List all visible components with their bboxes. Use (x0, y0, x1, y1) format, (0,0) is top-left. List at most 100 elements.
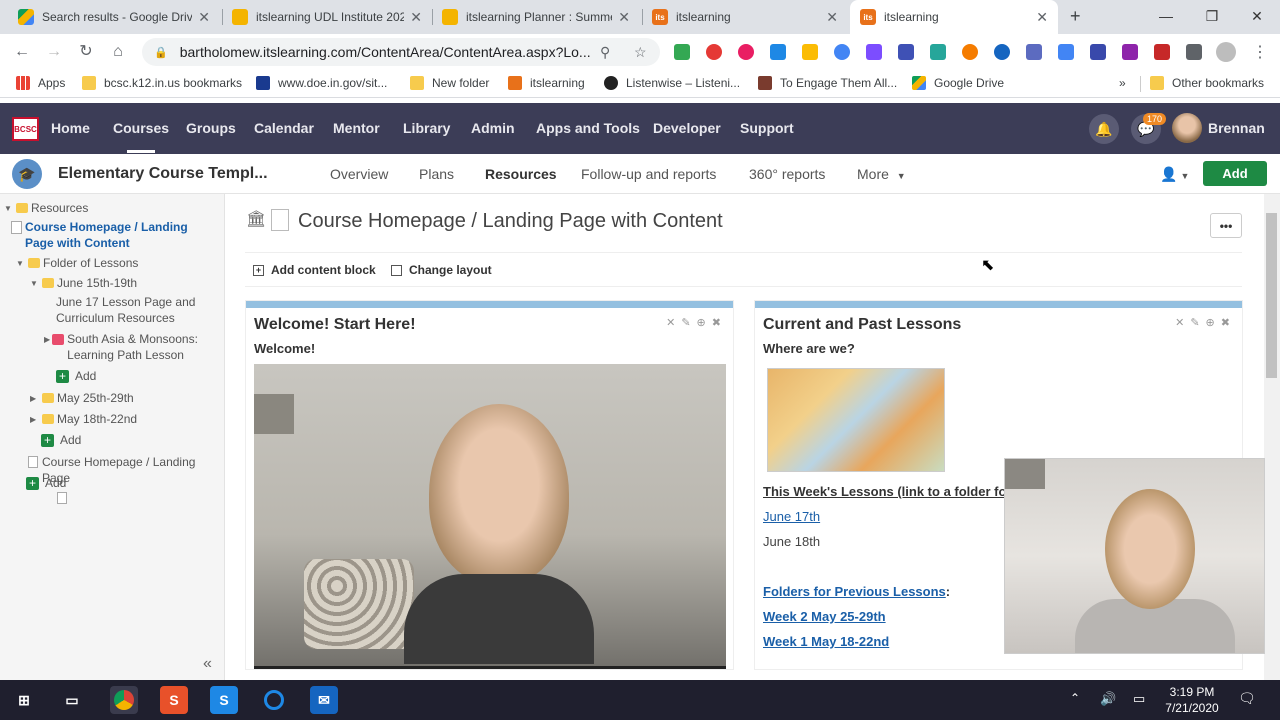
star-icon[interactable]: ☆ (634, 44, 647, 61)
extension-icon[interactable] (674, 44, 690, 60)
network-icon[interactable]: ▭ (1133, 691, 1145, 707)
chevron-right-icon[interactable]: ▶ (30, 411, 40, 428)
block-controls[interactable]: ✕✎⊕✖ (1175, 316, 1236, 329)
tree-add[interactable]: + Add (26, 475, 66, 491)
extension-icon[interactable] (1026, 44, 1042, 60)
webcam-overlay[interactable] (1004, 458, 1265, 654)
window-close-icon[interactable]: ✕ (1234, 0, 1280, 32)
home-icon[interactable]: ⌂ (108, 42, 128, 62)
notifications-icon[interactable]: 🗨 (1238, 690, 1256, 707)
add-button[interactable]: Add (1203, 161, 1267, 186)
new-tab-icon[interactable]: + (1070, 6, 1081, 27)
browser-tab[interactable]: itslearning Planner : Summer ✕ (432, 0, 640, 34)
nav-groups[interactable]: Groups (186, 120, 236, 136)
extension-icon[interactable] (1122, 44, 1138, 60)
nav-apps-and-tools[interactable]: Apps and Tools (536, 120, 640, 136)
bell-icon[interactable]: 🔔 (1089, 114, 1119, 144)
tree-add[interactable]: + Add (41, 432, 81, 448)
june-17th-link[interactable]: June 17th (763, 509, 820, 524)
tab-360-reports[interactable]: 360° reports (749, 166, 825, 182)
bookmark-item[interactable]: New folder (410, 76, 489, 90)
chevron-down-icon[interactable]: ▼ (4, 200, 14, 217)
tab-overview[interactable]: Overview (330, 166, 388, 182)
bookmarks-overflow[interactable]: » (1119, 76, 1126, 90)
nav-mentor[interactable]: Mentor (333, 120, 380, 136)
reload-icon[interactable]: ↻ (76, 42, 96, 62)
collapse-sidebar-icon[interactable]: « (203, 655, 212, 673)
extension-icon[interactable] (706, 44, 722, 60)
close-icon[interactable]: ✕ (1036, 9, 1048, 26)
task-view-icon[interactable]: ▭ (58, 686, 86, 714)
restore-icon[interactable]: ❐ (1189, 0, 1235, 32)
bookmark-item[interactable]: itslearning (508, 76, 585, 90)
extension-icon[interactable] (866, 44, 882, 60)
extension-icon[interactable] (802, 44, 818, 60)
extension-icon[interactable] (962, 44, 978, 60)
extension-icon[interactable] (770, 44, 786, 60)
mail-icon[interactable]: ✉ (310, 686, 338, 714)
chevron-up-icon[interactable]: ⌃ (1070, 691, 1080, 705)
chevron-down-icon[interactable]: ▼ (16, 255, 26, 272)
tab-follow-up[interactable]: Follow-up and reports (581, 166, 716, 182)
profile-icon[interactable] (1216, 42, 1236, 62)
puzzle-icon[interactable] (1186, 44, 1202, 60)
other-bookmarks[interactable]: Other bookmarks (1150, 76, 1264, 90)
close-icon[interactable]: ✕ (198, 9, 210, 26)
tree-folder-week[interactable]: ▶ May 18th-22nd (30, 411, 137, 428)
bookmark-item[interactable]: Listenwise – Listeni... (604, 76, 740, 90)
browser-tab[interactable]: itslearning UDL Institute 2020 ✕ (222, 0, 432, 34)
tab-plans[interactable]: Plans (419, 166, 454, 182)
extension-icon[interactable] (1090, 44, 1106, 60)
chevron-right-icon[interactable]: ▶ (44, 331, 50, 348)
week-2-link[interactable]: Week 2 May 25-29th (763, 609, 886, 624)
extension-icon[interactable] (898, 44, 914, 60)
extension-icon[interactable] (834, 44, 850, 60)
search-icon[interactable]: ⚲ (600, 44, 610, 61)
chrome-icon[interactable] (110, 686, 138, 714)
extension-icon[interactable] (930, 44, 946, 60)
nav-home[interactable]: Home (51, 120, 90, 136)
tab-resources[interactable]: Resources (485, 166, 557, 198)
week-1-link[interactable]: Week 1 May 18-22nd (763, 634, 889, 649)
folders-previous-lessons[interactable]: Folders for Previous Lessons: (763, 584, 950, 599)
volume-icon[interactable]: 🔊 (1100, 691, 1116, 707)
extension-icon[interactable] (1058, 44, 1074, 60)
nav-support[interactable]: Support (740, 120, 794, 136)
windows-start-icon[interactable]: ⊞ (10, 686, 38, 714)
chevron-down-icon[interactable]: ▼ (30, 275, 40, 292)
scrollbar-thumb[interactable] (1266, 213, 1277, 378)
course-title[interactable]: Elementary Course Templ... (58, 165, 268, 183)
nav-admin[interactable]: Admin (471, 120, 515, 136)
avatar[interactable] (1172, 113, 1202, 143)
tab-more[interactable]: More ▼ (857, 166, 906, 182)
this-weeks-lessons-heading[interactable]: This Week's Lessons (link to a folder fo (763, 484, 1006, 499)
kebab-menu-icon[interactable]: ⋮ (1252, 42, 1268, 62)
tree-folder-week[interactable]: ▶ May 25th-29th (30, 390, 134, 407)
add-content-block-button[interactable]: + Add content block (253, 263, 376, 277)
chevron-right-icon[interactable]: ▶ (30, 390, 40, 407)
tree-root-resources[interactable]: ▼ Resources (4, 200, 88, 217)
user-name[interactable]: Brennan (1208, 120, 1265, 136)
bookmark-item[interactable]: To Engage Them All... (758, 76, 897, 90)
nav-calendar[interactable]: Calendar (254, 120, 314, 136)
nav-library[interactable]: Library (403, 120, 450, 136)
snagit-icon[interactable]: S (210, 686, 238, 714)
bookmark-apps[interactable]: Apps (16, 76, 65, 90)
bookmark-item[interactable]: Google Drive (912, 76, 1004, 90)
tree-folder-lessons[interactable]: ▼ Folder of Lessons (16, 255, 138, 272)
tree-add[interactable]: + Add (56, 368, 96, 384)
tree-item-learning-path[interactable]: ▶ South Asia & Monsoons: Learning Path L… (44, 331, 216, 363)
browser-tab[interactable]: Search results - Google Drive ✕ (8, 0, 220, 34)
change-layout-button[interactable]: Change layout (391, 263, 492, 277)
user-menu-icon[interactable]: 👤 ▼ (1160, 166, 1189, 183)
clock[interactable]: 3:19 PM 7/21/2020 (1160, 684, 1224, 716)
tree-folder-week[interactable]: ▼ June 15th-19th (30, 275, 137, 292)
close-icon[interactable]: ✕ (618, 9, 630, 26)
close-icon[interactable]: ✕ (826, 9, 838, 26)
more-options-button[interactable]: ••• (1210, 213, 1242, 238)
nav-developer[interactable]: Developer (653, 120, 721, 136)
back-icon[interactable]: ← (12, 42, 32, 62)
bcsc-logo[interactable]: BCSC (12, 117, 39, 141)
folders-previous-lessons-link[interactable]: Folders for Previous Lessons (763, 584, 946, 599)
extension-icon[interactable] (738, 44, 754, 60)
